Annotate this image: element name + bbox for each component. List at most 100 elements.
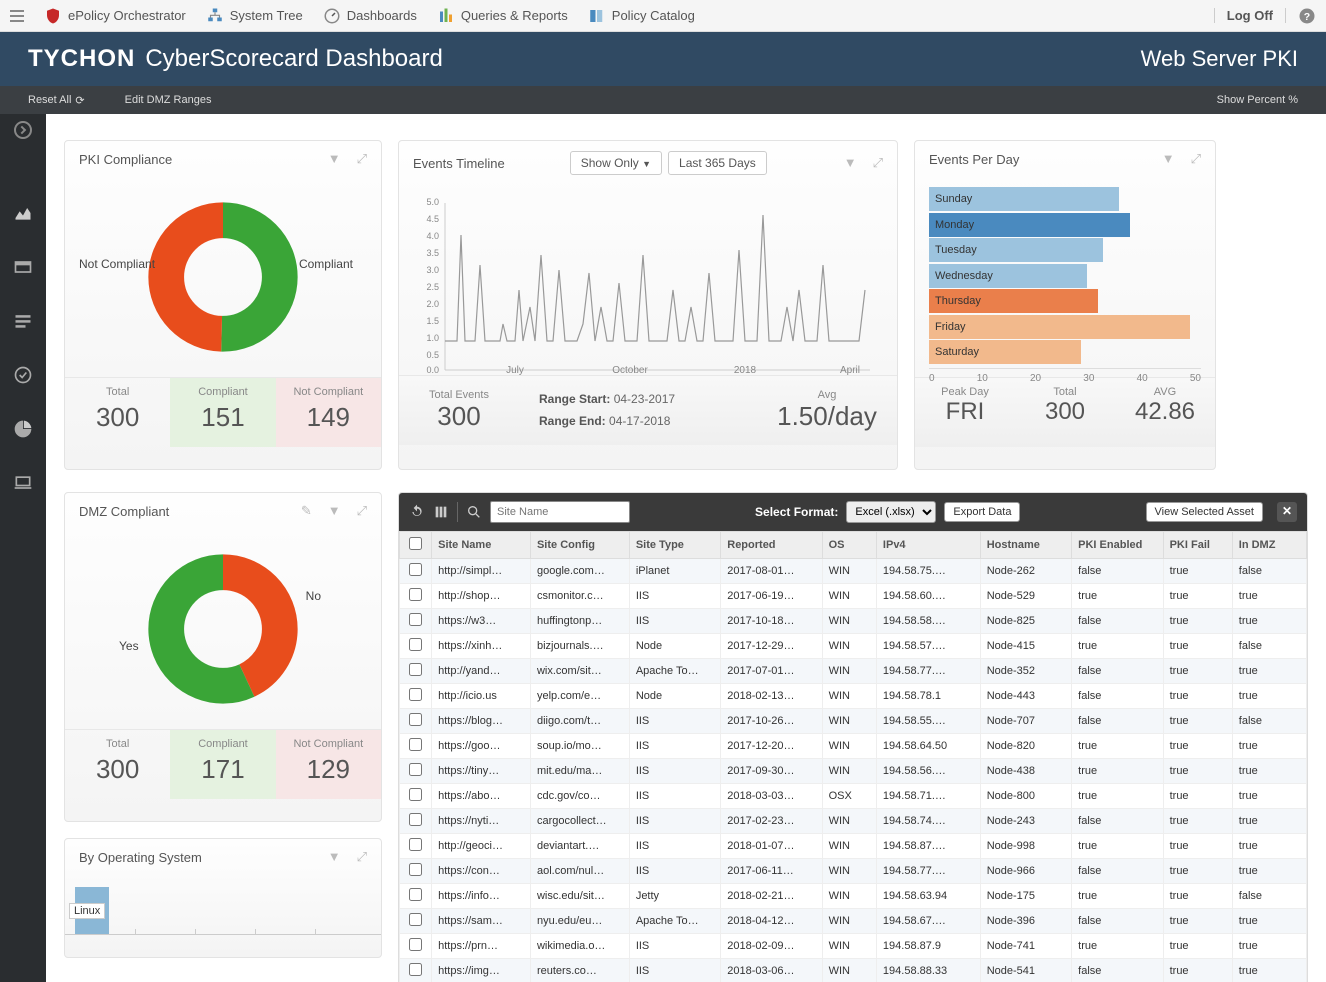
table-row[interactable]: http://yand…wix.com/sit…Apache To…2017-0… bbox=[400, 659, 1307, 684]
os-bar-label: Linux bbox=[69, 903, 105, 919]
table-row[interactable]: http://geoci…deviantart.…IIS2018-01-07…W… bbox=[400, 834, 1307, 859]
list-icon[interactable] bbox=[13, 311, 33, 331]
nav-epo[interactable]: ePolicy Orchestrator bbox=[44, 7, 186, 25]
check-circle-icon[interactable] bbox=[13, 365, 33, 385]
col-header[interactable]: Site Name bbox=[432, 532, 531, 559]
row-checkbox[interactable] bbox=[409, 588, 422, 601]
laptop-icon[interactable] bbox=[13, 473, 33, 493]
col-header[interactable]: Site Type bbox=[629, 532, 720, 559]
row-checkbox[interactable] bbox=[409, 688, 422, 701]
row-checkbox[interactable] bbox=[409, 938, 422, 951]
filter-icon[interactable]: ▼ bbox=[328, 849, 341, 865]
row-checkbox[interactable] bbox=[409, 813, 422, 826]
pki-donut[interactable] bbox=[148, 202, 298, 352]
reload-icon[interactable] bbox=[409, 504, 425, 520]
show-only-button[interactable]: Show Only ▼ bbox=[570, 151, 662, 175]
logoff-link[interactable]: Log Off bbox=[1214, 8, 1286, 23]
cell: 194.58.88.33 bbox=[876, 959, 980, 982]
row-checkbox[interactable] bbox=[409, 713, 422, 726]
col-header[interactable]: In DMZ bbox=[1232, 532, 1306, 559]
filter-icon[interactable]: ▼ bbox=[328, 503, 341, 519]
row-checkbox[interactable] bbox=[409, 913, 422, 926]
table-row[interactable]: http://shop…csmonitor.c…IIS2017-06-19…WI… bbox=[400, 584, 1307, 609]
col-header[interactable]: PKI Fail bbox=[1163, 532, 1232, 559]
expand-icon[interactable]: ⤢ bbox=[1191, 151, 1201, 167]
row-checkbox[interactable] bbox=[409, 788, 422, 801]
filter-icon[interactable]: ▼ bbox=[1162, 151, 1175, 167]
show-percent[interactable]: Show Percent % bbox=[1217, 94, 1298, 106]
search-icon[interactable] bbox=[466, 504, 482, 520]
view-asset-button[interactable]: View Selected Asset bbox=[1146, 502, 1263, 522]
os-chart[interactable]: Linux bbox=[65, 875, 381, 935]
table-row[interactable]: https://goo…soup.io/mo…IIS2017-12-20…WIN… bbox=[400, 734, 1307, 759]
edit-dmz[interactable]: Edit DMZ Ranges bbox=[125, 94, 212, 106]
table-row[interactable]: https://info…wisc.edu/sit…Jetty2018-02-2… bbox=[400, 884, 1307, 909]
filter-icon[interactable]: ▼ bbox=[328, 151, 341, 167]
table-row[interactable]: https://con…aol.com/nul…IIS2017-06-11…WI… bbox=[400, 859, 1307, 884]
range-button[interactable]: Last 365 Days bbox=[668, 151, 767, 175]
expand-icon[interactable] bbox=[14, 121, 32, 139]
table-row[interactable]: https://abo…cdc.gov/co…IIS2018-03-03…OSX… bbox=[400, 784, 1307, 809]
help-icon[interactable]: ? bbox=[1298, 7, 1316, 25]
row-checkbox[interactable] bbox=[409, 613, 422, 626]
search-input[interactable] bbox=[490, 501, 630, 523]
table-row[interactable]: https://sam…nyu.edu/eu…Apache To…2018-04… bbox=[400, 909, 1307, 934]
reset-all[interactable]: Reset All ⟳ bbox=[28, 94, 85, 107]
table-row[interactable]: https://tiny…mit.edu/ma…IIS2017-09-30…WI… bbox=[400, 759, 1307, 784]
dmz-donut[interactable] bbox=[148, 554, 298, 704]
columns-icon[interactable] bbox=[433, 504, 449, 520]
row-checkbox[interactable] bbox=[409, 838, 422, 851]
table-row[interactable]: https://nyti…cargocollect…IIS2017-02-23…… bbox=[400, 809, 1307, 834]
timeline-chart[interactable]: 5.04.54.03.53.02.52.01.51.00.50.0 JulyOc… bbox=[399, 185, 897, 375]
select-all[interactable] bbox=[409, 537, 422, 550]
expand-icon[interactable]: ⤢ bbox=[357, 849, 367, 865]
col-header[interactable]: IPv4 bbox=[876, 532, 980, 559]
row-checkbox[interactable] bbox=[409, 888, 422, 901]
cell: true bbox=[1232, 759, 1306, 784]
card-icon[interactable] bbox=[13, 257, 33, 277]
nav-systree[interactable]: System Tree bbox=[206, 7, 303, 25]
row-checkbox[interactable] bbox=[409, 863, 422, 876]
table-row[interactable]: https://img…reuters.co…IIS2018-03-06…WIN… bbox=[400, 959, 1307, 982]
day-bar[interactable]: Friday bbox=[929, 315, 1190, 339]
day-bar[interactable]: Wednesday bbox=[929, 264, 1087, 288]
day-bar[interactable]: Sunday bbox=[929, 187, 1119, 211]
col-header[interactable]: PKI Enabled bbox=[1072, 532, 1163, 559]
table-row[interactable]: https://w3…huffingtonp…IIS2017-10-18…WIN… bbox=[400, 609, 1307, 634]
nav-dashboards[interactable]: Dashboards bbox=[323, 7, 417, 25]
expand-icon[interactable]: ⤢ bbox=[357, 151, 367, 167]
row-checkbox[interactable] bbox=[409, 663, 422, 676]
format-select[interactable]: Excel (.xlsx) bbox=[846, 501, 936, 523]
table-row[interactable]: https://prn…wikimedia.o…IIS2018-02-09…WI… bbox=[400, 934, 1307, 959]
day-bar[interactable]: Thursday bbox=[929, 289, 1098, 313]
row-checkbox[interactable] bbox=[409, 963, 422, 976]
col-header[interactable]: Hostname bbox=[980, 532, 1071, 559]
menu-icon[interactable] bbox=[10, 10, 24, 22]
chart-area-icon[interactable] bbox=[13, 203, 33, 223]
day-bar[interactable]: Monday bbox=[929, 213, 1130, 237]
row-checkbox[interactable] bbox=[409, 638, 422, 651]
table-row[interactable]: https://xinh…bizjournals.…Node2017-12-29… bbox=[400, 634, 1307, 659]
row-checkbox[interactable] bbox=[409, 738, 422, 751]
nav-policy[interactable]: Policy Catalog bbox=[588, 7, 695, 25]
table-row[interactable]: https://blog…diigo.com/t…IIS2017-10-26…W… bbox=[400, 709, 1307, 734]
expand-icon[interactable]: ⤢ bbox=[357, 503, 367, 519]
day-bar[interactable]: Tuesday bbox=[929, 238, 1103, 262]
col-header[interactable]: OS bbox=[822, 532, 876, 559]
table-row[interactable]: http://icio.usyelp.com/e…Node2018-02-13…… bbox=[400, 684, 1307, 709]
close-icon[interactable]: ✕ bbox=[1277, 502, 1297, 522]
edit-icon[interactable]: ✎ bbox=[301, 503, 312, 519]
row-checkbox[interactable] bbox=[409, 563, 422, 576]
filter-icon[interactable]: ▼ bbox=[844, 155, 857, 171]
cell: true bbox=[1232, 859, 1306, 884]
table-row[interactable]: http://simpl…google.com…iPlanet2017-08-0… bbox=[400, 559, 1307, 584]
events-bars[interactable]: SundayMondayTuesdayWednesdayThursdayFrid… bbox=[915, 177, 1215, 377]
col-header[interactable]: Site Config bbox=[530, 532, 629, 559]
pie-icon[interactable] bbox=[13, 419, 33, 439]
nav-queries[interactable]: Queries & Reports bbox=[437, 7, 568, 25]
export-button[interactable]: Export Data bbox=[944, 502, 1020, 522]
day-bar[interactable]: Saturday bbox=[929, 340, 1081, 364]
col-header[interactable]: Reported bbox=[721, 532, 822, 559]
expand-icon[interactable]: ⤢ bbox=[873, 155, 883, 171]
row-checkbox[interactable] bbox=[409, 763, 422, 776]
